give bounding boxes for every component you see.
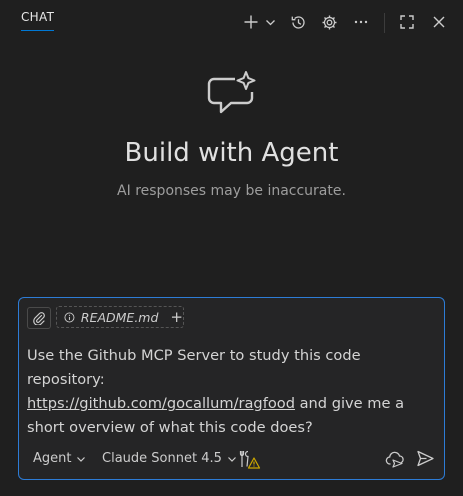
input-footer: Agent Claude Sonnet 4.5 bbox=[19, 448, 444, 472]
cloud-send-icon bbox=[385, 451, 404, 468]
model-label: Claude Sonnet 4.5 bbox=[102, 451, 222, 466]
welcome-subtitle: AI responses may be inaccurate. bbox=[117, 183, 346, 199]
prompt-line: repository: bbox=[27, 371, 105, 388]
mode-picker[interactable]: Agent bbox=[33, 451, 86, 466]
prompt-text-segment: and give me a bbox=[294, 395, 405, 412]
chat-header: CHAT bbox=[0, 0, 463, 44]
prompt-line: Use the Github MCP Server to study this … bbox=[27, 347, 361, 364]
maximize-button[interactable] bbox=[398, 10, 416, 34]
gear-icon bbox=[322, 15, 336, 29]
model-picker[interactable]: Claude Sonnet 4.5 bbox=[102, 451, 237, 466]
close-icon bbox=[433, 16, 445, 28]
chat-input-box[interactable]: README.md + Use the Github MCP Server to… bbox=[18, 297, 445, 480]
maximize-icon bbox=[400, 15, 414, 29]
attach-context-button[interactable] bbox=[27, 307, 51, 329]
chevron-down-icon bbox=[265, 19, 275, 25]
paperclip-icon bbox=[33, 312, 45, 325]
send-button[interactable] bbox=[416, 449, 435, 468]
tools-button[interactable] bbox=[239, 449, 261, 469]
chat-sparkle-icon bbox=[207, 71, 256, 114]
mode-label: Agent bbox=[33, 451, 72, 466]
new-chat-dropdown[interactable] bbox=[263, 10, 277, 34]
close-button[interactable] bbox=[430, 10, 448, 34]
prompt-line: short overview of what this code does? bbox=[27, 419, 313, 436]
info-icon bbox=[64, 312, 75, 322]
delegate-cloud-button[interactable] bbox=[385, 449, 405, 469]
history-button[interactable] bbox=[289, 10, 307, 34]
prompt-input[interactable]: Use the Github MCP Server to study this … bbox=[27, 344, 427, 440]
prompt-link[interactable]: https://github.com/gocallum/ragfood bbox=[27, 395, 295, 412]
new-chat-button[interactable] bbox=[242, 10, 260, 34]
chevron-down-icon bbox=[77, 456, 86, 462]
header-divider bbox=[384, 13, 385, 33]
more-actions-button[interactable] bbox=[352, 10, 370, 34]
plus-icon bbox=[244, 15, 258, 29]
more-icon bbox=[354, 20, 368, 24]
welcome-title: Build with Agent bbox=[124, 138, 339, 168]
chevron-down-icon bbox=[227, 456, 236, 462]
tools-warning-icon bbox=[239, 450, 261, 469]
context-chip-label: README.md bbox=[80, 309, 159, 325]
context-chip-readme[interactable]: README.md + bbox=[56, 306, 184, 328]
send-icon bbox=[417, 450, 434, 467]
add-context-plus-icon[interactable]: + bbox=[170, 308, 183, 326]
settings-button[interactable] bbox=[320, 10, 338, 34]
prompt-line: https://github.com/gocallum/ragfood and … bbox=[27, 392, 427, 416]
history-icon bbox=[291, 15, 305, 29]
tab-chat[interactable]: CHAT bbox=[21, 10, 55, 31]
